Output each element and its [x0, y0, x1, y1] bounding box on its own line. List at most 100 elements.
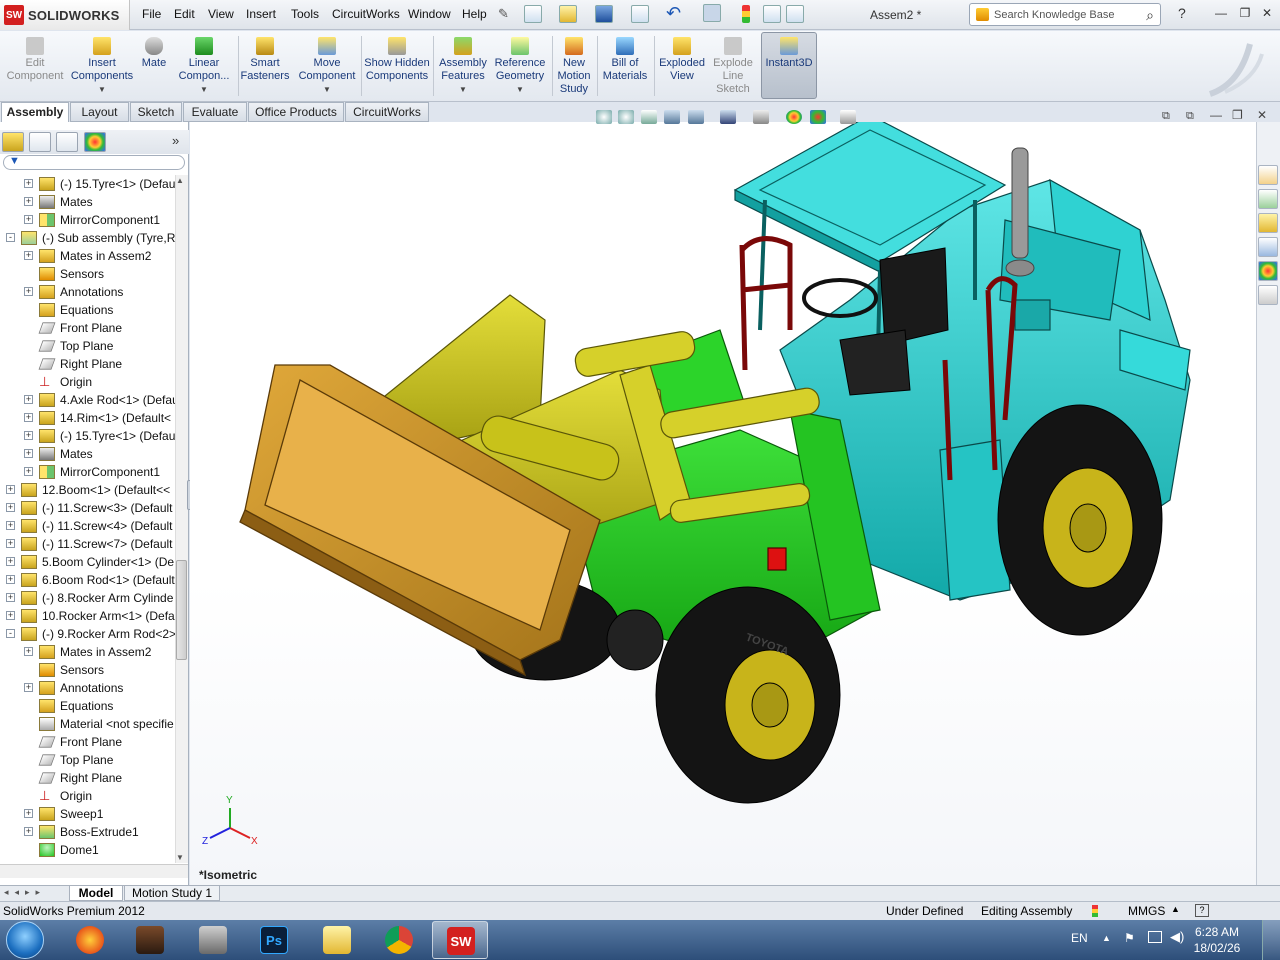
expand-icon[interactable]: + [6, 593, 15, 602]
menu-insert[interactable]: Insert [246, 7, 276, 21]
tree-item[interactable]: Material <not specifie [0, 715, 175, 733]
menu-circuitworks[interactable]: CircuitWorks [332, 7, 400, 21]
tree-item[interactable]: + (-) 11.Screw<7> (Default [0, 535, 175, 553]
home-icon[interactable] [1258, 165, 1278, 185]
tree-item[interactable]: ⊥ Origin [0, 373, 175, 391]
tab-office-products[interactable]: Office Products [248, 102, 344, 122]
tree-item[interactable]: +10.Rocker Arm<1> (Defa [0, 607, 175, 625]
rebuild-status-icon[interactable] [1092, 905, 1098, 917]
tree-item[interactable]: - (-) 9.Rocker Arm Rod<2> [0, 625, 175, 643]
dynamic-annotation-icon[interactable] [688, 110, 704, 124]
tab-scroll-arrows-icon[interactable]: ◂◂▸▸ [4, 887, 46, 898]
scene-icon[interactable] [810, 110, 826, 124]
tree-item[interactable]: ⊥ Origin [0, 787, 175, 805]
tree-item[interactable]: + (-) 11.Screw<3> (Default [0, 499, 175, 517]
unit-menu-arrow-icon[interactable]: ▲ [1171, 904, 1180, 914]
appearances-icon[interactable] [1258, 261, 1278, 281]
tree-item[interactable]: + (-) 11.Screw<4> (Default [0, 517, 175, 535]
expand-tabs-icon[interactable]: » [172, 133, 179, 148]
close-button[interactable]: ✕ [1258, 6, 1276, 22]
tab-evaluate[interactable]: Evaluate [183, 102, 247, 122]
tree-item[interactable]: Sensors [0, 265, 175, 283]
file-properties-icon[interactable] [763, 5, 781, 23]
reference-geometry-button[interactable]: Reference Geometry ▼ [492, 33, 548, 99]
expand-icon[interactable]: + [6, 539, 15, 548]
tree-horizontal-scrollbar[interactable] [0, 864, 188, 878]
loader-model[interactable]: TOYOTA Y X Z [190, 122, 1256, 886]
select-cursor-icon[interactable] [703, 4, 721, 22]
view-settings-icon[interactable] [840, 110, 856, 124]
property-manager-tab-icon[interactable] [29, 132, 51, 152]
tree-item[interactable]: + (-) 15.Tyre<1> (Defau [0, 175, 175, 193]
custom-properties-icon[interactable] [1258, 285, 1278, 305]
tab-sketch[interactable]: Sketch [130, 102, 182, 122]
tree-item[interactable]: + Mates [0, 445, 175, 463]
exploded-view-button[interactable]: Exploded View [656, 33, 708, 99]
tree-item[interactable]: +5.Boom Cylinder<1> (De [0, 553, 175, 571]
tree-item[interactable]: + Mates [0, 193, 175, 211]
smart-fasteners-button[interactable]: Smart Fasteners [240, 33, 290, 99]
expand-icon[interactable]: + [24, 251, 33, 260]
help-status-icon[interactable]: ? [1195, 904, 1209, 917]
menu-file[interactable]: File [142, 7, 161, 21]
search-knowledge-base[interactable]: Search Knowledge Base ⌕ [969, 3, 1161, 26]
tree-item[interactable]: + Annotations [0, 679, 175, 697]
taskbar-chrome[interactable] [371, 921, 427, 959]
collapse-icon[interactable]: - [6, 629, 15, 638]
taskbar-photoshop[interactable]: Ps [246, 921, 302, 959]
tree-item[interactable]: Equations [0, 301, 175, 319]
taskbar-counter-strike[interactable] [185, 921, 241, 959]
tree-item[interactable]: Right Plane [0, 355, 175, 373]
action-center-flag-icon[interactable]: ⚑ [1124, 931, 1135, 945]
tree-item[interactable]: +12.Boom<1> (Default<< [0, 481, 175, 499]
minimize-button[interactable]: — [1212, 6, 1230, 22]
expand-icon[interactable]: + [6, 521, 15, 530]
tab-motion-study-1[interactable]: Motion Study 1 [124, 885, 220, 901]
pin-icon[interactable]: ✎ [498, 6, 509, 22]
design-library-icon[interactable] [1258, 189, 1278, 209]
expand-icon[interactable]: + [24, 215, 33, 224]
tree-item[interactable]: +6.Boom Rod<1> (Default [0, 571, 175, 589]
view-orientation-icon[interactable] [720, 110, 736, 124]
show-desktop-button[interactable] [1262, 920, 1280, 960]
expand-icon[interactable]: + [6, 503, 15, 512]
tree-item[interactable]: Top Plane [0, 337, 175, 355]
tree-item[interactable]: +4.Axle Rod<1> (Defau [0, 391, 175, 409]
menu-help[interactable]: Help [462, 7, 487, 21]
undo-icon[interactable]: ↶ [666, 3, 681, 24]
expand-icon[interactable]: + [6, 575, 15, 584]
menu-edit[interactable]: Edit [174, 7, 195, 21]
expand-icon[interactable]: + [24, 683, 33, 692]
instant3d-button[interactable]: Instant3D [761, 33, 817, 99]
mate-button[interactable]: Mate [137, 33, 171, 99]
viewport-minimize-icon[interactable]: — [1210, 108, 1222, 122]
tab-assembly[interactable]: Assembly [1, 102, 69, 122]
tray-expand-icon[interactable]: ▲ [1102, 933, 1111, 943]
tree-item[interactable]: + Mates in Assem2 [0, 247, 175, 265]
explode-line-sketch-button[interactable]: Explode Line Sketch [708, 33, 758, 99]
expand-icon[interactable]: + [24, 197, 33, 206]
zoom-to-area-icon[interactable] [618, 110, 634, 124]
expand-icon[interactable]: + [24, 179, 33, 188]
tree-item[interactable]: + Boss-Extrude1 [0, 823, 175, 841]
assembly-features-button[interactable]: Assembly Features ▼ [435, 33, 491, 99]
linear-component-pattern-button[interactable]: Linear Compon... ▼ [174, 33, 234, 99]
display-manager-tab-icon[interactable] [84, 132, 106, 152]
expand-icon[interactable]: + [24, 467, 33, 476]
expand-icon[interactable]: + [6, 611, 15, 620]
tree-item[interactable]: Front Plane [0, 733, 175, 751]
taskbar-firefox[interactable] [62, 921, 118, 959]
unit-system[interactable]: MMGS [1128, 904, 1165, 918]
scroll-up-icon[interactable]: ▲ [176, 176, 184, 185]
expand-icon[interactable]: + [6, 485, 15, 494]
tree-item[interactable]: Equations [0, 697, 175, 715]
taskbar-game[interactable] [122, 921, 178, 959]
tree-item[interactable]: + Mates in Assem2 [0, 643, 175, 661]
solidworks-logo[interactable]: SW SOLIDWORKS [0, 0, 130, 30]
expand-icon[interactable]: + [24, 431, 33, 440]
expand-icon[interactable]: + [6, 557, 15, 566]
tab-layout[interactable]: Layout [70, 102, 129, 122]
file-explorer-icon[interactable] [1258, 213, 1278, 233]
tree-item[interactable]: + MirrorComponent1 [0, 463, 175, 481]
viewport-close-icon[interactable]: ✕ [1257, 108, 1267, 122]
